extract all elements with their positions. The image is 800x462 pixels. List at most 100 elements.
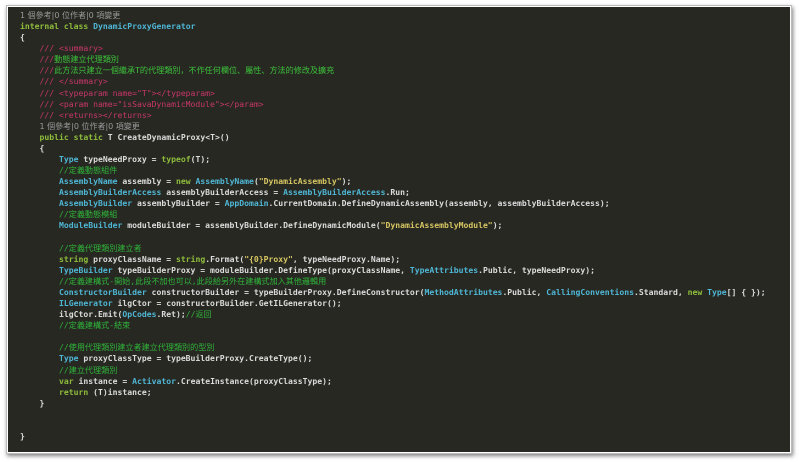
code-line: /// <summary> (20, 43, 766, 54)
doc-comment-token: /// <param name="isSavaDynamicModule"></… (39, 98, 264, 109)
string-token: "DynamicAssembly" (258, 176, 342, 187)
code-token: .Run; (385, 187, 410, 198)
type-token: AssemblyBuilder (58, 198, 133, 209)
codelens-reference-info[interactable]: 1 個參考|0 位作者|0 項變更 (40, 122, 140, 131)
code-token: } (20, 430, 25, 441)
type-token: Type (58, 353, 79, 364)
code-token: .Standard, (634, 286, 688, 297)
type-token: TypeBuilder (58, 264, 113, 275)
code-line: var instance = Activator.CreateInstance(… (20, 376, 766, 387)
doc-comment-text: 此方法只建立一個繼承T的代理類別，不作任何欄位、屬性、方法的修改及擴充 (54, 65, 335, 76)
string-token: "DynamicAssemblyModule" (380, 220, 493, 231)
code-line: //定義代理類別建立者 (20, 243, 766, 254)
code-token: (T)instance; (88, 386, 152, 397)
code-token: .CreateInstance(proxyClassType); (175, 375, 332, 386)
code-token: , typeNeedProxy.Name); (292, 253, 401, 264)
comment-token: //定義建構式-結束 (58, 320, 131, 331)
code-line: { (20, 32, 766, 43)
doc-comment-token: /// (39, 65, 55, 76)
type-token: Type (707, 286, 727, 297)
code-line: AssemblyBuilder assemblyBuilder = AppDom… (20, 198, 766, 209)
string-token: "{0}Proxy" (244, 253, 293, 264)
code-line: ILGenerator ilgCtor = constructorBuilder… (20, 298, 766, 309)
codelens-reference-info[interactable]: 1 個參考|0 位作者|0 項變更 (20, 11, 120, 20)
code-editor[interactable]: 1 個參考|0 位作者|0 項變更 internal class DynamicP… (8, 7, 790, 452)
code-token: typeBuilderProxy = moduleBuilder.DefineT… (112, 264, 410, 275)
code-token: ilgCtor = constructorBuilder.GetILGenera… (112, 298, 342, 309)
code-line: ///動態建立代理類別 (20, 54, 766, 65)
type-token: DynamicProxyGenerator (93, 21, 196, 32)
type-token: AssemblyBuilderAccess (283, 187, 386, 198)
code-line: { (20, 143, 766, 154)
keyword-token: string (58, 253, 89, 264)
code-token: assemblyBuilder = (132, 198, 225, 209)
keyword-token: new (175, 176, 191, 187)
code-line: ConstructorBuilder constructorBuilder = … (20, 287, 766, 298)
code-line: ilgCtor.Emit(OpCodes.Ret);//返回 (20, 309, 766, 320)
type-token: Type (58, 154, 79, 165)
code-line: public static T CreateDynamicProxy<T>() (20, 132, 766, 143)
type-token: Activator (132, 375, 176, 386)
code-token: assembly = (117, 176, 176, 187)
code-token: .Ret); (156, 309, 186, 320)
code-token: { (20, 142, 45, 153)
type-token: ConstructorBuilder (58, 286, 147, 297)
code-token: ); (492, 220, 503, 231)
code-token: proxyClassType = typeBuilderProxy.Create… (78, 353, 313, 364)
type-token: AppDomain (224, 198, 269, 209)
type-token: OpCodes (122, 309, 157, 320)
comment-token: //返回 (185, 309, 212, 320)
code-line: //使用代理類別建立者建立代理類別的型別 (20, 342, 766, 353)
code-line: /// <param name="isSavaDynamicModule"></… (20, 99, 766, 110)
code-line: Type proxyClassType = typeBuilderProxy.C… (20, 353, 766, 364)
code-line: //定義建構式-開始,此段不加也可以,此段給另外在建構式加入其他邏輯用 (20, 276, 766, 287)
code-token: moduleBuilder = assemblyBuilder.DefineDy… (122, 220, 381, 231)
code-token: { (20, 32, 25, 43)
doc-comment-text: 動態建立代理類別 (54, 54, 119, 65)
code-token: .Format( (205, 253, 245, 264)
doc-comment-token: /// </summary> (39, 76, 108, 87)
type-token: ILGenerator (58, 298, 113, 309)
doc-comment-token: /// (39, 54, 55, 65)
code-token: T CreateDynamicProxy<T>() (102, 131, 230, 142)
code-text[interactable]: 1 個參考|0 位作者|0 項變更 internal class DynamicP… (20, 10, 766, 442)
code-line: } (20, 398, 766, 409)
code-token: (T); (190, 154, 211, 165)
keyword-token: static (73, 131, 103, 142)
code-token: instance = (73, 375, 133, 386)
code-token: } (20, 397, 45, 408)
type-token: AssemblyBuilderAccess (58, 187, 162, 198)
code-line: //定義動態模組 (20, 209, 766, 220)
code-line: string proxyClassName = string.Format("{… (20, 254, 766, 265)
code-line: 1 個參考|0 位作者|0 項變更 (20, 10, 766, 21)
doc-comment-token: /// <summary> (39, 43, 103, 54)
type-token: CallingConventions (546, 286, 635, 297)
type-token: TypeAttributes (409, 264, 479, 275)
keyword-token: typeof (161, 154, 191, 165)
code-line: ///此方法只建立一個繼承T的代理類別，不作任何欄位、屬性、方法的修改及擴充 (20, 65, 766, 76)
code-token: .Public, typeNeedProxy); (478, 264, 596, 275)
comment-token: //使用代理類別建立者建立代理類別的型別 (58, 342, 215, 353)
code-token: proxyClassName = (88, 253, 176, 264)
